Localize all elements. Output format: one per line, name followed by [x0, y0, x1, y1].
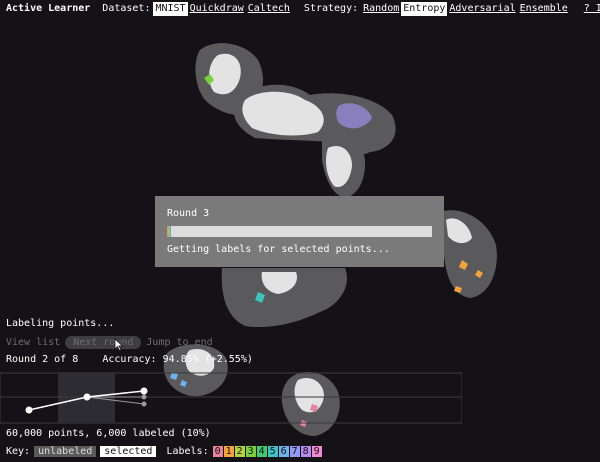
dataset-option-caltech[interactable]: Caltech: [246, 2, 292, 16]
strategy-label: Strategy:: [303, 3, 359, 14]
chart-point: [83, 393, 91, 401]
strategy-option-adversarial[interactable]: Adversarial: [447, 2, 517, 16]
mouse-cursor-icon: [114, 338, 124, 352]
dataset-label: Dataset:: [102, 3, 151, 14]
labels-label: Labels:: [166, 446, 209, 457]
top-nav-bar: Active Learner Dataset: MNIST Quickdraw …: [6, 2, 600, 16]
legend-key: Key: unlabeled selected Labels: 0 1 2 3 …: [6, 446, 322, 457]
progress-bar: [167, 226, 432, 237]
round-controls: View list Next round Jump to end: [6, 336, 213, 349]
progress-fill: [167, 226, 171, 237]
chart-point: [140, 387, 148, 395]
round-text: Round 2 of 8: [6, 354, 79, 365]
label-chip-3: 3: [245, 446, 256, 457]
app-title: Active Learner: [6, 3, 91, 14]
info-link[interactable]: ? Info: [582, 2, 600, 16]
cluster-right: [437, 210, 497, 298]
next-round-button[interactable]: Next round: [65, 336, 142, 349]
label-chip-4: 4: [256, 446, 267, 457]
jump-to-end-button[interactable]: Jump to end: [146, 337, 212, 348]
points-count: 60,000 points, 6,000 labeled (10%): [6, 428, 211, 439]
label-chip-8: 8: [300, 446, 311, 457]
key-selected: selected: [100, 446, 157, 457]
dataset-option-quickdraw[interactable]: Quickdraw: [188, 2, 246, 16]
label-chip-7: 7: [289, 446, 300, 457]
modal-title: Round 3: [167, 208, 210, 219]
chart-point: [141, 401, 147, 407]
label-chip-2: 2: [234, 446, 245, 457]
strategy-option-random[interactable]: Random: [361, 2, 401, 16]
modal-message: Getting labels for selected points...: [167, 244, 390, 255]
dataset-option-mnist[interactable]: MNIST: [153, 2, 188, 16]
key-label: Key:: [6, 446, 31, 457]
accuracy-text: Accuracy: 94.85% (+2.55%): [102, 354, 253, 365]
progress-modal: Round 3 Getting labels for selected poin…: [155, 196, 444, 267]
chart-point: [141, 394, 147, 400]
label-chip-0: 0: [212, 446, 223, 457]
label-chip-1: 1: [223, 446, 234, 457]
chart-point: [25, 406, 33, 414]
key-unlabeled: unlabeled: [34, 446, 97, 457]
round-status: Round 2 of 8 Accuracy: 94.85% (+2.55%): [6, 354, 253, 365]
cluster-under-modal: [221, 268, 348, 328]
accuracy-chart[interactable]: [0, 370, 462, 424]
cluster-upper-center: [234, 84, 396, 155]
strategy-option-ensemble[interactable]: Ensemble: [518, 2, 570, 16]
label-chip-5: 5: [267, 446, 278, 457]
label-chip-6: 6: [278, 446, 289, 457]
strategy-option-entropy[interactable]: Entropy: [401, 2, 448, 16]
label-chip-9: 9: [311, 446, 322, 457]
view-list-button[interactable]: View list: [6, 337, 60, 348]
labeling-status: Labeling points...: [6, 318, 115, 329]
